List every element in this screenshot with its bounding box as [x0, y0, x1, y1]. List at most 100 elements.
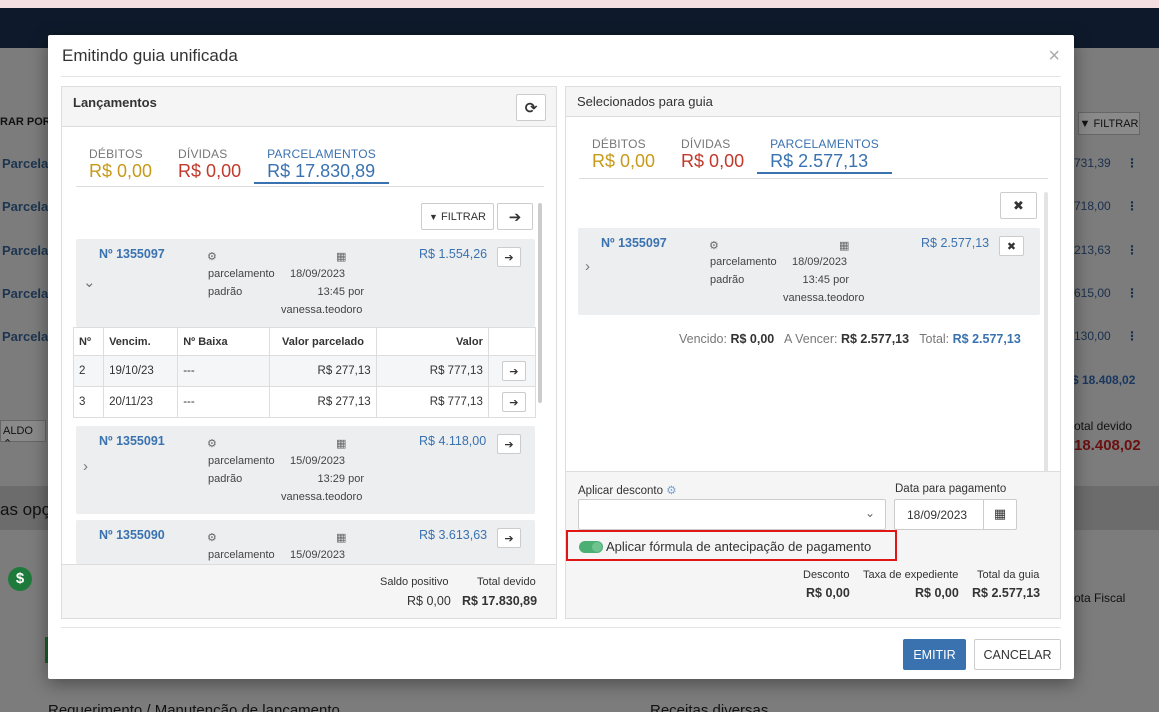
card-number: Nº 1355090	[99, 528, 165, 542]
tab-dividas[interactable]: DÍVIDAS R$ 0,00	[668, 130, 757, 174]
cell-valor-parcelado: R$ 277,13	[269, 355, 377, 387]
cell-valor-parcelado: R$ 277,13	[269, 386, 377, 418]
table-row: 2 19/10/23 --- R$ 277,13 R$ 777,13 ➔	[72, 355, 537, 387]
selecionados-panel-header: Selecionados para guia	[566, 87, 1060, 117]
bg-bottom-right-heading: Receitas diversas	[650, 702, 769, 712]
tab-dividas[interactable]: DÍVIDAS R$ 0,00	[165, 140, 254, 184]
card-type: parcelamento	[710, 256, 777, 268]
card-time: 13:29 por	[317, 473, 364, 485]
tab-debitos[interactable]: DÉBITOS R$ 0,00	[579, 130, 668, 174]
scrollbar[interactable]	[1044, 192, 1048, 472]
kebab-icon[interactable]: ⋮	[1126, 243, 1138, 257]
chevron-right-icon[interactable]: ›	[585, 258, 590, 275]
card-type-detail: padrão	[208, 286, 243, 298]
cell-valor: R$ 777,13	[375, 355, 489, 387]
aplicar-desconto-text: Aplicar desconto	[578, 485, 664, 497]
card-amount: R$ 3.613,63	[419, 528, 488, 542]
kebab-icon[interactable]: ⋮	[1126, 156, 1138, 170]
kebab-icon[interactable]: ⋮	[1126, 329, 1138, 343]
scrollbar[interactable]	[538, 203, 542, 403]
tab-value: R$ 0,00	[681, 151, 745, 171]
cell-baixa: ---	[177, 355, 271, 387]
remove-all-button[interactable]: ✖	[1000, 192, 1037, 219]
card-number: Nº 1355097	[99, 247, 165, 261]
cell-vencimento: 20/11/23	[103, 386, 179, 418]
refresh-icon: ⟳	[524, 99, 538, 117]
emitir-button[interactable]: EMITIR	[903, 639, 966, 670]
vencido-label: Vencido:	[679, 332, 727, 346]
calendar-icon: ▦	[839, 240, 850, 252]
kebab-icon[interactable]: ⋮	[1126, 199, 1138, 213]
move-card-button[interactable]: ➔	[497, 434, 521, 454]
close-icon: ✖	[1013, 197, 1024, 213]
data-pagamento-input[interactable]: 18/09/2023 ▦	[894, 499, 1017, 530]
cell-vencimento: 19/10/23	[103, 355, 179, 387]
selecionados-panel: Selecionados para guia DÉBITOS R$ 0,00 DÍ…	[565, 86, 1061, 619]
kebab-icon[interactable]: ⋮	[1126, 286, 1138, 300]
close-icon[interactable]: ×	[1048, 45, 1060, 68]
bg-row-value: 718,00	[1074, 199, 1111, 213]
cell-action: ➔	[487, 386, 537, 418]
a-vencer-label: A Vencer:	[783, 332, 838, 346]
filter-icon: ▼	[428, 211, 438, 222]
card-date: 15/09/2023	[290, 549, 346, 561]
move-row-button[interactable]: ➔	[501, 361, 526, 381]
a-vencer-value: R$ 2.577,13	[840, 332, 910, 346]
saldo-positivo-value: R$ 0,00	[407, 594, 451, 608]
saldo-sort-button[interactable]: ALDO ⌃	[0, 420, 46, 450]
card-type: parcelamento	[208, 549, 275, 561]
arrow-right-icon: ➔	[504, 251, 514, 264]
card-type-detail: padrão	[208, 473, 243, 485]
emit-guide-modal: Emitindo guia unificada × Lançamentos ⟳ …	[48, 35, 1074, 679]
tab-debitos[interactable]: DÉBITOS R$ 0,00	[76, 140, 165, 184]
move-row-button[interactable]: ➔	[501, 392, 526, 412]
desconto-select[interactable]: ⌄	[578, 499, 886, 530]
tab-parcelamentos[interactable]: PARCELAMENTOS R$ 17.830,89	[254, 140, 389, 184]
bg-row-label: Parcela	[2, 199, 49, 214]
col-header: Vencim.	[103, 327, 179, 356]
antecipacao-toggle[interactable]	[579, 541, 603, 553]
card-type-detail: padrão	[710, 274, 745, 286]
selecionados-footer: Aplicar desconto ⚙ ⌄ Data para pagamento…	[566, 471, 1060, 618]
calendar-icon[interactable]: ▦	[983, 500, 1016, 529]
card-time: 13:45 por	[802, 274, 849, 286]
tab-label: DÍVIDAS	[681, 137, 731, 151]
antecipacao-label: Aplicar fórmula de antecipação de pagame…	[606, 539, 872, 554]
modal-footer-divider	[61, 627, 1061, 628]
cancelar-button[interactable]: CANCELAR	[974, 639, 1061, 670]
move-all-right-button[interactable]: ➔	[497, 203, 533, 230]
filter-icon: ▼	[1079, 117, 1091, 130]
refresh-button[interactable]: ⟳	[516, 94, 546, 121]
bg-nota-fiscal: ota Fiscal	[1074, 591, 1126, 605]
card-user: vanessa.teodoro	[281, 491, 363, 503]
tab-value: R$ 0,00	[89, 161, 153, 181]
bg-filter-label: FILTRAR	[1093, 117, 1139, 130]
tab-parcelamentos[interactable]: PARCELAMENTOS R$ 2.577,13	[757, 130, 892, 174]
selected-parcelamento-card: Nº 1355097 › ⚙ parcelamento padrão ▦ 18/…	[578, 228, 1040, 315]
calendar-icon: ▦	[336, 251, 347, 263]
tab-value: R$ 17.830,89	[267, 161, 376, 181]
remove-card-button[interactable]: ✖	[999, 236, 1024, 256]
card-amount: R$ 2.577,13	[921, 236, 990, 250]
filter-button[interactable]: ▼ FILTRAR	[421, 203, 494, 230]
left-tabs: DÉBITOS R$ 0,00 DÍVIDAS R$ 0,00 PARCELAMEN…	[76, 140, 389, 184]
cell-baixa: ---	[177, 386, 271, 418]
tab-label: DÉBITOS	[592, 137, 646, 151]
col-header: Nº Baixa	[177, 327, 271, 356]
move-card-button[interactable]: ➔	[497, 528, 521, 548]
card-time: 13:45 por	[317, 286, 364, 298]
desconto-value: R$ 0,00	[806, 586, 850, 600]
desconto-label: Desconto	[803, 569, 850, 581]
bg-row-label: Parcela	[2, 286, 49, 301]
chevron-down-icon[interactable]: ⌄	[83, 273, 96, 291]
lancamentos-footer: Saldo positivo R$ 0,00 Total devido R$ 1…	[62, 564, 556, 618]
bg-total-row: $ 18.408,02	[1072, 373, 1136, 387]
card-type: parcelamento	[208, 455, 275, 467]
bg-row-label: Parcela	[2, 329, 49, 344]
chevron-right-icon[interactable]: ›	[83, 458, 88, 475]
tabs-divider	[76, 186, 544, 187]
move-card-button[interactable]: ➔	[497, 247, 521, 267]
calendar-icon: ▦	[336, 532, 347, 544]
bg-filter-button[interactable]: ▼ FILTRAR	[1078, 112, 1140, 135]
card-date: 15/09/2023	[290, 455, 346, 467]
